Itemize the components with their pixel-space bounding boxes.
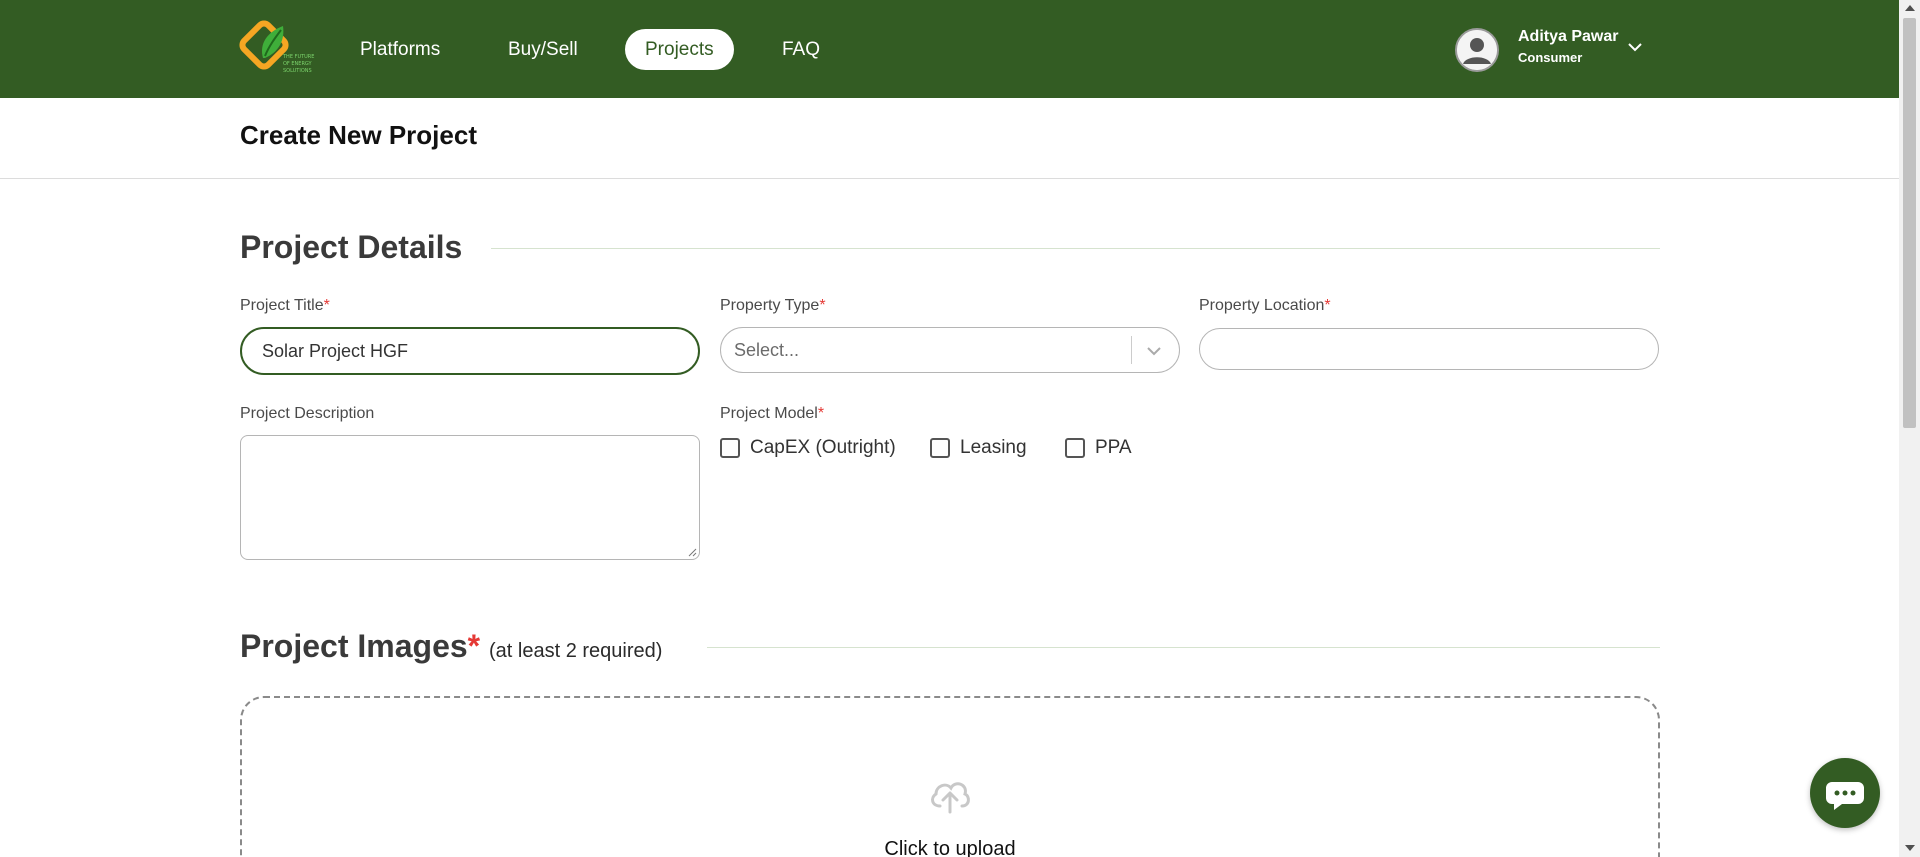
required-star: * [819,297,826,314]
property-type-label-text: Property Type [720,297,820,314]
checkbox-box[interactable] [1065,438,1085,458]
nav-platforms[interactable]: Platforms [340,29,460,70]
project-title-label: Project Title* [240,297,330,315]
scroll-down-arrow-icon[interactable] [1905,845,1915,851]
leaf-logo-icon[interactable]: THE FUTURE OF ENERGY SOLUTIONS [239,18,315,80]
checkbox-capex[interactable]: CapEX (Outright) [720,437,896,459]
project-model-label-text: Project Model [720,405,818,422]
scroll-up-arrow-icon[interactable] [1905,5,1915,11]
image-upload-dropzone[interactable]: Click to upload [240,696,1660,857]
user-menu[interactable]: Aditya Pawar Consumer [1455,28,1655,72]
resize-grip-icon[interactable] [687,547,697,557]
top-navbar: THE FUTURE OF ENERGY SOLUTIONS Platforms… [0,0,1899,98]
nav-buy-sell[interactable]: Buy/Sell [488,29,598,70]
nav-projects[interactable]: Projects [625,29,734,70]
required-star: * [467,628,481,664]
vertical-scrollbar[interactable] [1899,0,1920,857]
svg-text:SOLUTIONS: SOLUTIONS [283,68,312,74]
required-star: * [323,297,330,314]
user-avatar-icon [1455,28,1499,72]
required-star: * [817,405,825,422]
header-divider [0,178,1899,179]
select-separator [1131,336,1132,364]
cloud-upload-icon [928,776,972,814]
chat-bubble-icon [1826,782,1864,810]
page-title: Create New Project [240,120,477,150]
checkbox-label: CapEX (Outright) [750,437,896,458]
property-type-label: Property Type* [720,297,826,315]
svg-text:THE FUTURE: THE FUTURE [282,54,314,60]
project-title-input[interactable] [240,327,700,375]
property-type-placeholder: Select... [734,340,800,360]
required-star: * [1324,297,1331,314]
section-title-project-details: Project Details [240,229,463,265]
user-role: Consumer [1518,50,1583,65]
nav-faq[interactable]: FAQ [762,29,840,70]
checkbox-leasing[interactable]: Leasing [930,437,1027,459]
checkbox-label: PPA [1095,437,1132,458]
svg-text:OF ENERGY: OF ENERGY [283,61,313,67]
project-model-label: Project Model* [720,405,824,423]
property-location-input[interactable] [1199,328,1659,370]
upload-label: Click to upload [884,838,1016,857]
chat-button[interactable] [1810,758,1880,828]
project-description-label: Project Description [240,405,375,422]
property-location-label: Property Location* [1199,297,1331,315]
scrollbar-thumb[interactable] [1903,18,1916,428]
project-images-subtitle: (at least 2 required) [489,640,663,662]
section-title-project-images: Project Images* (at least 2 required) [240,628,662,665]
chevron-down-icon[interactable] [1144,341,1164,361]
property-type-select[interactable]: Select... [720,327,1180,373]
property-location-label-text: Property Location [1199,297,1325,314]
user-name: Aditya Pawar [1518,28,1619,45]
checkbox-label: Leasing [960,437,1027,458]
section-divider [707,647,1660,648]
chevron-down-icon[interactable] [1626,38,1644,56]
checkbox-box[interactable] [930,438,950,458]
project-description-textarea[interactable] [240,435,700,560]
project-images-heading: Project Images [240,628,468,664]
section-divider [491,248,1660,249]
checkbox-ppa[interactable]: PPA [1065,437,1132,459]
checkbox-box[interactable] [720,438,740,458]
project-title-label-text: Project Title [240,297,324,314]
